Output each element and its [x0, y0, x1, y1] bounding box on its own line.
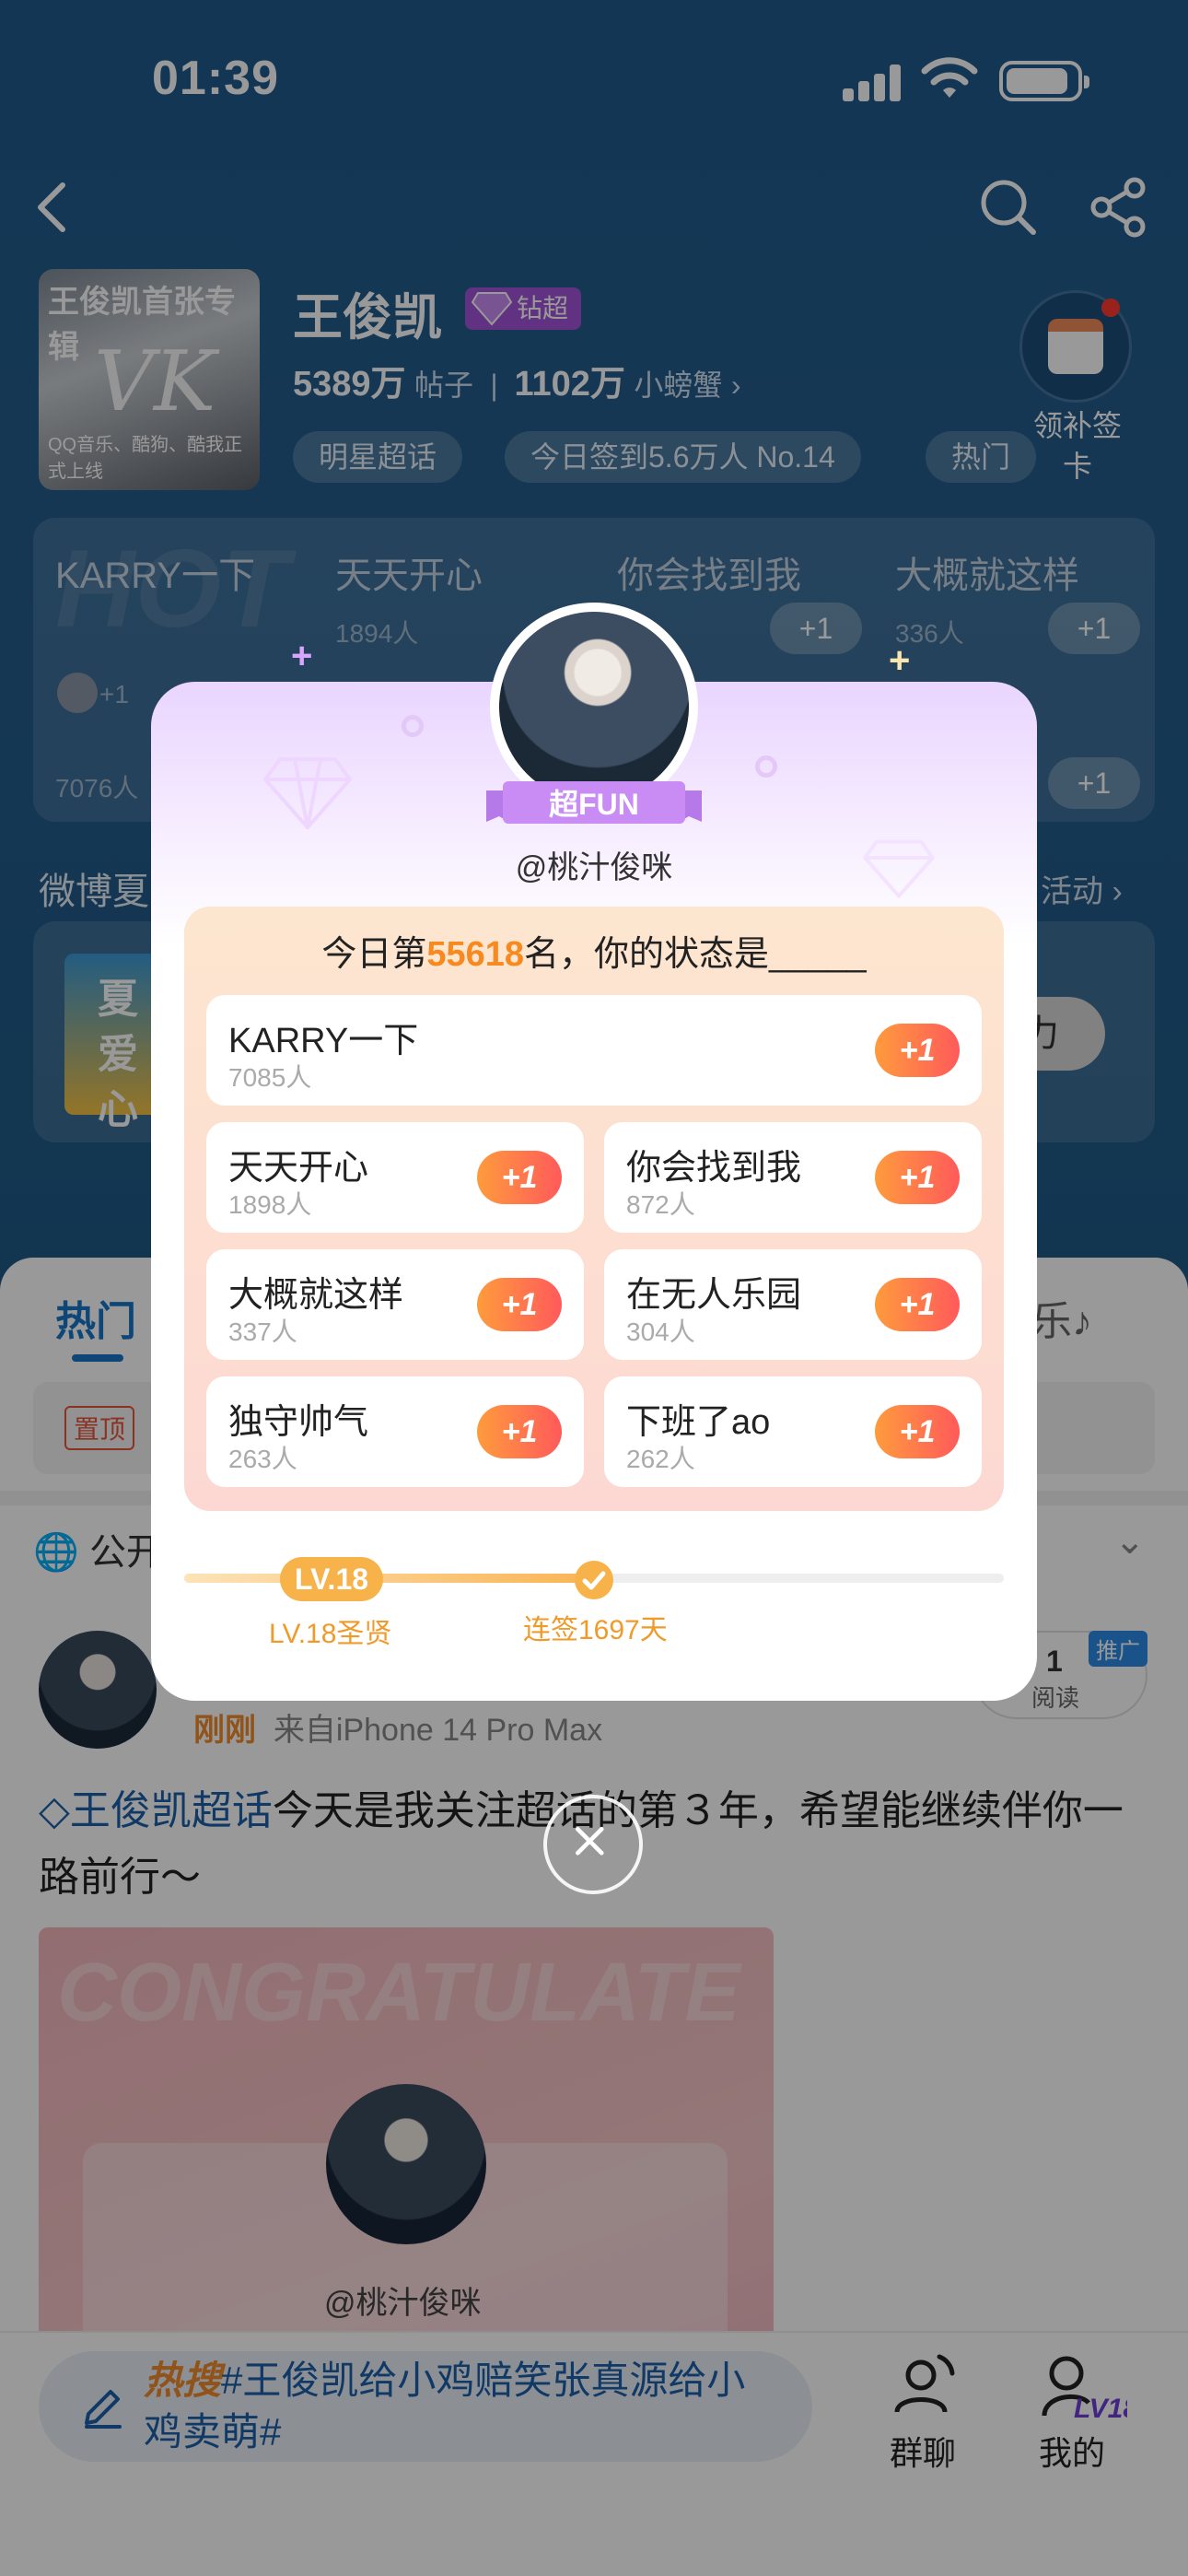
option-count: 262人 [626, 1445, 695, 1473]
status-option[interactable]: 下班了ao 262人 +1 [604, 1376, 982, 1487]
plus-one-button[interactable]: +1 [875, 1278, 960, 1331]
rank-number: 55618 [426, 935, 524, 974]
option-title: 大概就这样 [228, 1276, 404, 1315]
level-pill: LV.18 [280, 1557, 383, 1601]
rank-suffix: 名，你的状态是_____ [524, 935, 867, 974]
option-count: 1898人 [228, 1190, 312, 1219]
option-count: 337人 [228, 1317, 297, 1346]
status-option[interactable]: 在无人乐园 304人 +1 [604, 1249, 982, 1360]
ring-decoration [402, 715, 424, 737]
modal-avatar [499, 612, 689, 802]
streak-label: 连签1697天 [523, 1615, 668, 1645]
modal-close-button[interactable] [543, 1795, 643, 1894]
option-title: 独守帅气 [228, 1403, 369, 1442]
ring-decoration [755, 755, 777, 778]
plus-one-button[interactable]: +1 [477, 1405, 562, 1458]
plus-one-button[interactable]: +1 [875, 1151, 960, 1204]
close-icon [576, 1827, 604, 1856]
option-count: 872人 [626, 1190, 695, 1219]
sparkle-icon: + [291, 636, 313, 676]
status-option[interactable]: 独守帅气 263人 +1 [206, 1376, 584, 1487]
plus-one-button[interactable]: +1 [477, 1278, 562, 1331]
plus-one-button[interactable]: +1 [477, 1151, 562, 1204]
option-count: 304人 [626, 1317, 695, 1346]
status-option[interactable]: 你会找到我 872人 +1 [604, 1122, 982, 1233]
ribbon-label: 超FUN [549, 788, 639, 821]
level-label: LV.18圣贤 [269, 1619, 392, 1649]
modal-user-handle: @桃汁俊咪 [515, 850, 673, 885]
diamond-decoration-icon [263, 757, 352, 829]
plus-one-button[interactable]: +1 [875, 1405, 960, 1458]
checkin-complete-icon [575, 1561, 613, 1599]
level-progress-fill [184, 1574, 595, 1583]
option-title: 在无人乐园 [626, 1276, 802, 1315]
option-title: KARRY一下 [228, 1022, 419, 1060]
rank-prefix: 今日第 [321, 935, 427, 974]
plus-one-button[interactable]: +1 [875, 1024, 960, 1077]
rank-sentence: 今日第55618名，你的状态是_____ [184, 925, 1004, 976]
option-count: 7085人 [228, 1063, 312, 1092]
sparkle-icon: + [889, 640, 911, 681]
status-option[interactable]: 大概就这样 337人 +1 [206, 1249, 584, 1360]
option-title: 下班了ao [626, 1403, 771, 1442]
option-title: 你会找到我 [626, 1149, 802, 1188]
status-option[interactable]: 天天开心 1898人 +1 [206, 1122, 584, 1233]
status-option[interactable]: KARRY一下 7085人 +1 [206, 995, 982, 1106]
option-count: 263人 [228, 1445, 297, 1473]
option-title: 天天开心 [228, 1149, 369, 1188]
